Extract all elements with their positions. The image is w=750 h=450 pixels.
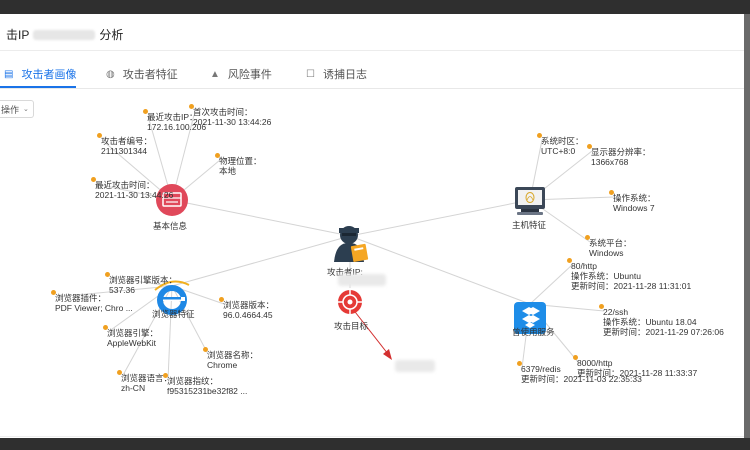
leaf-first-time: 首次攻击时间： 2021-11-30 13:44:26	[189, 104, 271, 127]
arrow-head-icon	[383, 349, 392, 360]
leaf-platform: 系统平台： Windows	[585, 235, 632, 258]
leaf-location: 物理位置： 本地	[215, 153, 262, 176]
leaf-timezone: 系统时区： UTC+8:0	[537, 133, 584, 156]
redacted-target-ip	[395, 360, 435, 372]
redacted-attacker-ip	[338, 274, 386, 286]
hacker-icon	[334, 226, 369, 262]
leaf-last-time: 最近攻击时间： 2021-11-30 13:44:26	[91, 177, 173, 200]
attacker-analysis-dialog: 击IP 分析 ▤ 攻击者画像 ◍ 攻击者特征 ▲ 风险事件 ☐ 诱捕日志 操作 …	[0, 14, 744, 438]
leaf-engine-version: 浏览器引擎版本： 537.36	[105, 272, 177, 295]
leaf-service-80: 80/http 操作系统：Ubuntu 更新时间：2021-11-28 11:31:…	[567, 258, 691, 291]
basic-info-label: 基本信息	[153, 221, 188, 231]
backdrop-right	[744, 14, 750, 438]
edge-center-basic	[171, 199, 351, 237]
backdrop-bottom	[0, 438, 750, 450]
leaf-browser-name: 浏览器名称： Chrome	[203, 347, 258, 370]
leaf-service-22: 22/ssh 操作系统：Ubuntu 18.04 更新时间：2021-11-29 0…	[599, 304, 724, 337]
edge-center-host	[349, 199, 531, 237]
used-services-label: 曾使用服务	[512, 327, 555, 337]
edge-center-services	[349, 235, 531, 305]
leaf-plugins: 浏览器插件： PDF Viewer; Chro ...	[51, 290, 133, 313]
leaf-engine: 浏览器引擎： AppleWebKit	[103, 325, 158, 348]
leaf-os: 操作系统： Windows 7	[609, 190, 656, 213]
footer-divider	[0, 436, 744, 437]
leaf-attacker-id: 攻击者编号： 2111301344	[97, 133, 152, 156]
target-node-label: 攻击目标	[334, 321, 369, 331]
computer-icon	[515, 187, 545, 215]
backdrop-top	[0, 0, 750, 14]
leaf-service-6379: 6379/redis 更新时间：2021-11-03 22:35:33	[517, 361, 642, 384]
leaf-browser-version: 浏览器版本： 96.0.4664.45	[219, 297, 274, 320]
browser-features-label: 浏览器特征	[152, 309, 195, 319]
crosshair-icon	[336, 288, 364, 316]
edge-sv-80	[529, 264, 573, 305]
leaf-resolution: 显示器分辨率： 1366x768	[587, 144, 651, 167]
edge-center-browser	[171, 235, 351, 287]
host-features-label: 主机特征	[512, 220, 547, 230]
leaf-fingerprint: 浏览器指纹： f95315231be32f82 ...	[163, 373, 247, 396]
